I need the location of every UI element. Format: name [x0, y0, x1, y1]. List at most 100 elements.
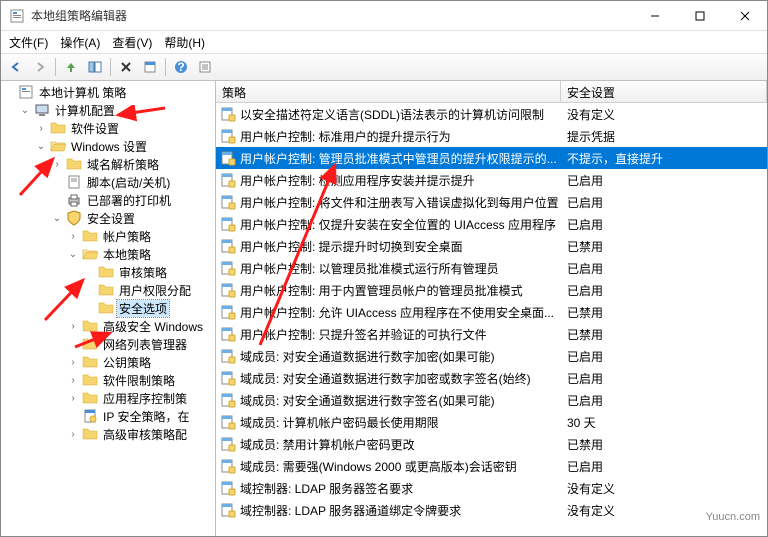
tree-toggle-icon[interactable]: ›	[51, 158, 63, 170]
policy-row[interactable]: 域成员: 对安全通道数据进行数字加密或数字签名(始终)已启用	[216, 367, 767, 389]
menu-action[interactable]: 操作(A)	[60, 34, 100, 51]
policy-name: 域成员: 对安全通道数据进行数字加密(如果可能)	[240, 348, 495, 365]
policy-row[interactable]: 用户帐户控制: 用于内置管理员帐户的管理员批准模式已启用	[216, 279, 767, 301]
tree-item-nameResolution[interactable]: ›域名解析策略	[3, 155, 213, 173]
back-button[interactable]	[5, 56, 27, 78]
policy-name: 用户帐户控制: 管理员批准模式中管理员的提升权限提示的...	[240, 150, 557, 167]
tree-item-windowsSettings[interactable]: ⌄Windows 设置	[3, 137, 213, 155]
tree-toggle-icon[interactable]	[83, 284, 95, 296]
policy-row[interactable]: 用户帐户控制: 检测应用程序安装并提示提升已启用	[216, 169, 767, 191]
tree-toggle-icon[interactable]: ⌄	[51, 212, 63, 224]
tree-toggle-icon[interactable]: ›	[67, 374, 79, 386]
policy-row[interactable]: 域成员: 计算机帐户密码最长使用期限30 天	[216, 411, 767, 433]
tree-toggle-icon[interactable]: ›	[67, 320, 79, 332]
policy-row[interactable]: 用户帐户控制: 将文件和注册表写入错误虚拟化到每用户位置已启用	[216, 191, 767, 213]
tree-toggle-icon[interactable]: ›	[67, 230, 79, 242]
tree-item-accountPolicy[interactable]: ›帐户策略	[3, 227, 213, 245]
tree-toggle-icon[interactable]	[51, 176, 63, 188]
tree-item-localPolicy[interactable]: ⌄本地策略	[3, 245, 213, 263]
app-icon	[9, 8, 25, 24]
col-policy-header[interactable]: 策略	[216, 81, 561, 102]
tree-item-advancedSecurity[interactable]: › 高级安全 Windows	[3, 317, 213, 335]
policy-row[interactable]: 域成员: 对安全通道数据进行数字加密(如果可能)已启用	[216, 345, 767, 367]
tree-item-networkListMgr[interactable]: 网络列表管理器	[3, 335, 213, 353]
policy-row[interactable]: 域成员: 需要强(Windows 2000 或更高版本)会话密钥已启用	[216, 455, 767, 477]
tree-item-securitySettings[interactable]: ⌄安全设置	[3, 209, 213, 227]
tree-toggle-icon[interactable]	[83, 302, 95, 314]
tree-item-securityOptions[interactable]: 安全选项	[3, 299, 213, 317]
tree-node-icon	[82, 354, 98, 370]
tree-node-icon	[50, 120, 66, 136]
tree-toggle-icon[interactable]: ›	[35, 122, 47, 134]
help-button[interactable]: ?	[170, 56, 192, 78]
tree-toggle-icon[interactable]	[51, 194, 63, 206]
tree-label: 公钥策略	[101, 354, 153, 371]
tree-pane[interactable]: 本地计算机 策略⌄计算机配置›软件设置⌄Windows 设置›域名解析策略脚本(…	[1, 81, 216, 536]
tree-item-advancedAudit[interactable]: ›高级审核策略配	[3, 425, 213, 443]
tree-toggle-icon[interactable]: ⌄	[19, 104, 31, 116]
tree-toggle-icon[interactable]: ›	[67, 356, 79, 368]
watermark: Yuucn.com	[706, 511, 760, 523]
tree-toggle-icon[interactable]: ⌄	[67, 248, 79, 260]
close-button[interactable]	[722, 1, 767, 30]
policy-row[interactable]: 域成员: 禁用计算机帐户密码更改已禁用	[216, 433, 767, 455]
policy-name: 用户帐户控制: 允许 UIAccess 应用程序在不使用安全桌面...	[240, 304, 554, 321]
forward-button[interactable]	[29, 56, 51, 78]
up-button[interactable]	[60, 56, 82, 78]
tree-item-userRights[interactable]: 用户权限分配	[3, 281, 213, 299]
tree-item-ipSecurity[interactable]: IP 安全策略，在	[3, 407, 213, 425]
policy-row[interactable]: 用户帐户控制: 只提升签名并验证的可执行文件已禁用	[216, 323, 767, 345]
tree-toggle-icon[interactable]	[67, 338, 79, 350]
policy-name: 用户帐户控制: 只提升签名并验证的可执行文件	[240, 326, 487, 343]
list-body[interactable]: 以安全描述符定义语言(SDDL)语法表示的计算机访问限制没有定义用户帐户控制: …	[216, 103, 767, 536]
properties-button[interactable]	[139, 56, 161, 78]
policy-name: 用户帐户控制: 检测应用程序安装并提示提升	[240, 172, 475, 189]
tree-label: 用户权限分配	[117, 282, 193, 299]
tree-item-appControl[interactable]: ›应用程序控制策	[3, 389, 213, 407]
export-button[interactable]	[194, 56, 216, 78]
tree-toggle-icon[interactable]	[67, 410, 79, 422]
maximize-button[interactable]	[677, 1, 722, 30]
show-tree-button[interactable]	[84, 56, 106, 78]
tree-toggle-icon[interactable]	[3, 86, 15, 98]
tree-toggle-icon[interactable]: ›	[67, 428, 79, 440]
tree-label: 高级安全 Windows	[101, 318, 205, 335]
tree-toggle-icon[interactable]: ⌄	[35, 140, 47, 152]
tree-node-icon	[82, 426, 98, 442]
policy-icon	[220, 502, 236, 518]
tree-label: 已部署的打印机	[85, 192, 173, 209]
menu-file[interactable]: 文件(F)	[9, 34, 48, 51]
policy-row[interactable]: 域成员: 对安全通道数据进行数字签名(如果可能)已启用	[216, 389, 767, 411]
policy-row[interactable]: 域控制器: LDAP 服务器通道绑定令牌要求没有定义	[216, 499, 767, 521]
policy-row[interactable]: 用户帐户控制: 仅提升安装在安全位置的 UIAccess 应用程序已启用	[216, 213, 767, 235]
policy-icon	[220, 106, 236, 122]
tree-toggle-icon[interactable]: ›	[67, 392, 79, 404]
tree-toggle-icon[interactable]	[83, 266, 95, 278]
tree-item-softwareSettings[interactable]: ›软件设置	[3, 119, 213, 137]
policy-row[interactable]: 用户帐户控制: 管理员批准模式中管理员的提升权限提示的...不提示，直接提升	[216, 147, 767, 169]
policy-row[interactable]: 用户帐户控制: 提示提升时切换到安全桌面已禁用	[216, 235, 767, 257]
policy-row[interactable]: 用户帐户控制: 标准用户的提升提示行为提示凭据	[216, 125, 767, 147]
tree-item-softwareRestriction[interactable]: ›软件限制策略	[3, 371, 213, 389]
tree-item-root[interactable]: 本地计算机 策略	[3, 83, 213, 101]
tree-item-publicKey[interactable]: › 公钥策略	[3, 353, 213, 371]
policy-icon	[220, 194, 236, 210]
tree-item-computerConfig[interactable]: ⌄计算机配置	[3, 101, 213, 119]
policy-row[interactable]: 域控制器: LDAP 服务器签名要求没有定义	[216, 477, 767, 499]
tree-item-printers[interactable]: 已部署的打印机	[3, 191, 213, 209]
col-setting-header[interactable]: 安全设置	[561, 81, 767, 102]
policy-icon	[220, 480, 236, 496]
policy-setting: 没有定义	[561, 106, 767, 123]
policy-row[interactable]: 用户帐户控制: 以管理员批准模式运行所有管理员已启用	[216, 257, 767, 279]
menu-view[interactable]: 查看(V)	[112, 34, 152, 51]
tree-item-scripts[interactable]: 脚本(启动/关机)	[3, 173, 213, 191]
policy-name: 域控制器: LDAP 服务器通道绑定令牌要求	[240, 502, 461, 519]
policy-setting: 已禁用	[561, 238, 767, 255]
policy-setting: 提示凭据	[561, 128, 767, 145]
minimize-button[interactable]	[632, 1, 677, 30]
policy-row[interactable]: 以安全描述符定义语言(SDDL)语法表示的计算机访问限制没有定义	[216, 103, 767, 125]
menu-help[interactable]: 帮助(H)	[164, 34, 205, 51]
delete-button[interactable]	[115, 56, 137, 78]
tree-item-auditPolicy[interactable]: 审核策略	[3, 263, 213, 281]
policy-row[interactable]: 用户帐户控制: 允许 UIAccess 应用程序在不使用安全桌面...已禁用	[216, 301, 767, 323]
